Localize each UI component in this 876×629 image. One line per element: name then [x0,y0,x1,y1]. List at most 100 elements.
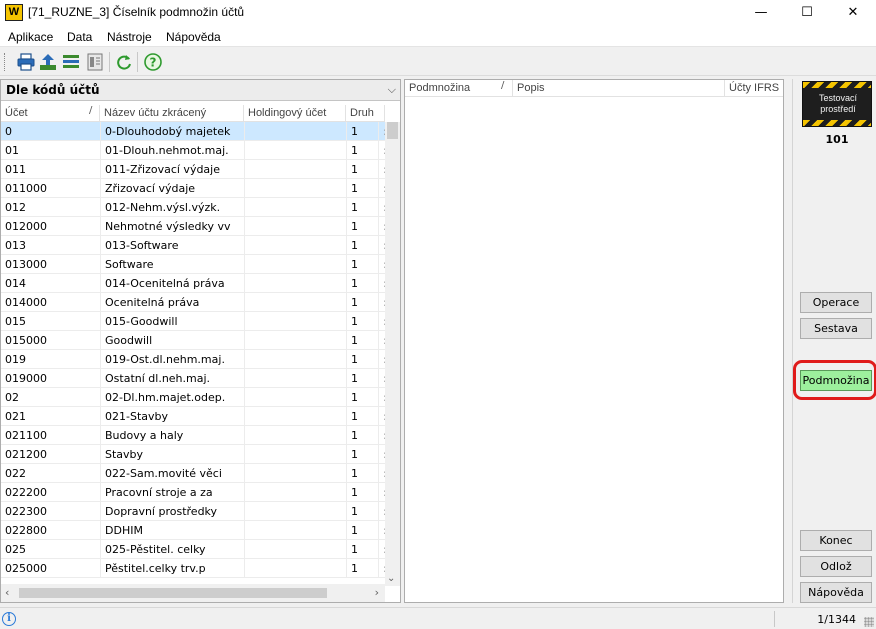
cell-extra: : [378,559,385,578]
column-header-popis[interactable]: Popis [513,80,725,97]
table-row[interactable]: 011 011-Zřizovací výdaje 1: [1,160,385,179]
cell-nazev: 015-Goodwill [100,312,244,331]
table-row[interactable]: 025000 Pěstitel.celky trv.p 1: [1,559,385,578]
column-header-podmnozina[interactable]: Podmnožina [405,80,513,97]
toolbar-grip[interactable] [4,53,6,71]
cell-ucet: 019 [5,353,26,366]
cell-nazev: Software [100,255,244,274]
cell-druh: 1 [346,483,378,502]
podmnozina-button[interactable]: Podmnožina [800,370,872,391]
table-row[interactable]: 013000 Software 1: [1,255,385,274]
minimize-button[interactable]: — [738,0,784,26]
cell-druh: 1 [346,160,378,179]
horizontal-scrollbar[interactable]: ‹ › [1,584,385,602]
cell-extra: : [378,426,385,445]
cell-druh: 1 [346,255,378,274]
column-header-ucty-ifrs[interactable]: Účty IFRS [725,80,783,97]
cell-holding [244,540,346,559]
cell-extra: : [378,141,385,160]
cell-ucet: 021100 [5,429,47,442]
table-row[interactable]: 021200 Stavby 1: [1,445,385,464]
table-row[interactable]: 012 012-Nehm.výsl.výzk. 1: [1,198,385,217]
accounts-panel: Dle kódů účtů ⌵ Účet / Název účtu zkráce… [0,79,401,603]
chevron-left-icon[interactable]: ‹ [5,586,9,599]
cell-nazev: Zřizovací výdaje [100,179,244,198]
table-row[interactable]: 011000 Zřizovací výdaje 1: [1,179,385,198]
info-icon[interactable]: i [2,612,16,626]
chevron-down-icon[interactable]: ⌵ [388,83,396,97]
table-row[interactable]: 012000 Nehmotné výsledky vv 1: [1,217,385,236]
window-title: [71_RUZNE_3] Číselník podmnožin účtů [28,5,245,19]
accounts-grid-header: Účet / Název účtu zkrácený Holdingový úč… [1,105,385,122]
record-position: 1/1344 [817,613,856,626]
napoveda-button[interactable]: Nápověda [800,582,872,603]
table-row[interactable]: 01 01-Dlouh.nehmot.maj. 1: [1,141,385,160]
table-row[interactable]: 02 02-Dl.hm.majet.odep. 1: [1,388,385,407]
scrollbar-thumb[interactable] [387,122,398,139]
table-row[interactable]: 022200 Pracovní stroje a za 1: [1,483,385,502]
table-row[interactable]: 015000 Goodwill 1: [1,331,385,350]
table-row[interactable]: 025 025-Pěstitel. celky 1: [1,540,385,559]
cell-nazev: Goodwill [100,331,244,350]
cell-ucet: 021200 [5,448,47,461]
cell-extra: : [378,198,385,217]
menu-aplikace[interactable]: Aplikace [8,30,53,44]
cell-ucet: 011 [5,163,26,176]
chevron-right-icon[interactable]: › [375,586,379,599]
cell-ucet: 025000 [5,562,47,575]
table-row[interactable]: 021 021-Stavby 1: [1,407,385,426]
table-row[interactable]: 013 013-Software 1: [1,236,385,255]
resize-grip-icon[interactable] [864,617,874,627]
table-row[interactable]: 022 022-Sam.movité věci 1: [1,464,385,483]
cell-druh: 1 [346,198,378,217]
cell-nazev: 022-Sam.movité věci [100,464,244,483]
table-row[interactable]: 021100 Budovy a haly 1: [1,426,385,445]
column-header-ucet[interactable]: Účet [1,105,100,122]
printer-icon[interactable] [16,52,36,72]
konec-button[interactable]: Konec [800,530,872,551]
sort-order-select[interactable]: Dle kódů účtů ⌵ [1,80,400,101]
export-icon[interactable] [38,52,58,72]
cell-nazev: Ocenitelná práva [100,293,244,312]
close-button[interactable]: ✕ [830,0,876,26]
vertical-scrollbar[interactable]: ⌄ [385,122,400,586]
table-row[interactable]: 014000 Ocenitelná práva 1: [1,293,385,312]
table-row[interactable]: 015 015-Goodwill 1: [1,312,385,331]
help-icon[interactable]: ? [143,52,163,72]
cell-holding [244,426,346,445]
sestava-button[interactable]: Sestava [800,318,872,339]
maximize-button[interactable]: ☐ [784,0,830,26]
menu-data[interactable]: Data [67,30,92,44]
document-icon[interactable] [85,52,105,72]
odloz-button[interactable]: Odlož [800,556,872,577]
cell-ucet: 012 [5,201,26,214]
cell-druh: 1 [346,236,378,255]
cell-extra: : [378,236,385,255]
refresh-icon[interactable] [114,52,134,72]
menu-nastroje[interactable]: Nástroje [107,30,152,44]
scrollbar-thumb[interactable] [19,588,327,598]
column-header-nazev[interactable]: Název účtu zkrácený [100,105,244,122]
table-row[interactable]: 022800 DDHIM 1: [1,521,385,540]
table-row[interactable]: 014 014-Ocenitelná práva 1: [1,274,385,293]
cell-ucet: 022200 [5,486,47,499]
column-header-holding[interactable]: Holdingový účet [244,105,346,122]
cell-ucet: 0 [5,125,12,138]
action-panel: Testovací prostředí 101 Operace Sestava … [792,79,876,603]
operace-button[interactable]: Operace [800,292,872,313]
table-row[interactable]: 019000 Ostatní dl.neh.maj. 1: [1,369,385,388]
cell-holding [244,559,346,578]
menu-napoveda[interactable]: Nápověda [166,30,221,44]
cell-nazev: 021-Stavby [100,407,244,426]
list-icon[interactable] [61,52,81,72]
cell-nazev: 02-Dl.hm.majet.odep. [100,388,244,407]
cell-druh: 1 [346,559,378,578]
column-header-druh[interactable]: Druh [346,105,385,122]
table-row[interactable]: 022300 Dopravní prostředky 1: [1,502,385,521]
app-logo-icon: W [5,4,23,21]
table-row[interactable]: 0 0-Dlouhodobý majetek 1: [1,122,385,141]
cell-nazev: Pracovní stroje a za [100,483,244,502]
chevron-down-icon[interactable]: ⌄ [387,573,395,584]
table-row[interactable]: 019 019-Ost.dl.nehm.maj. 1: [1,350,385,369]
sort-indicator-icon: / [89,105,93,116]
